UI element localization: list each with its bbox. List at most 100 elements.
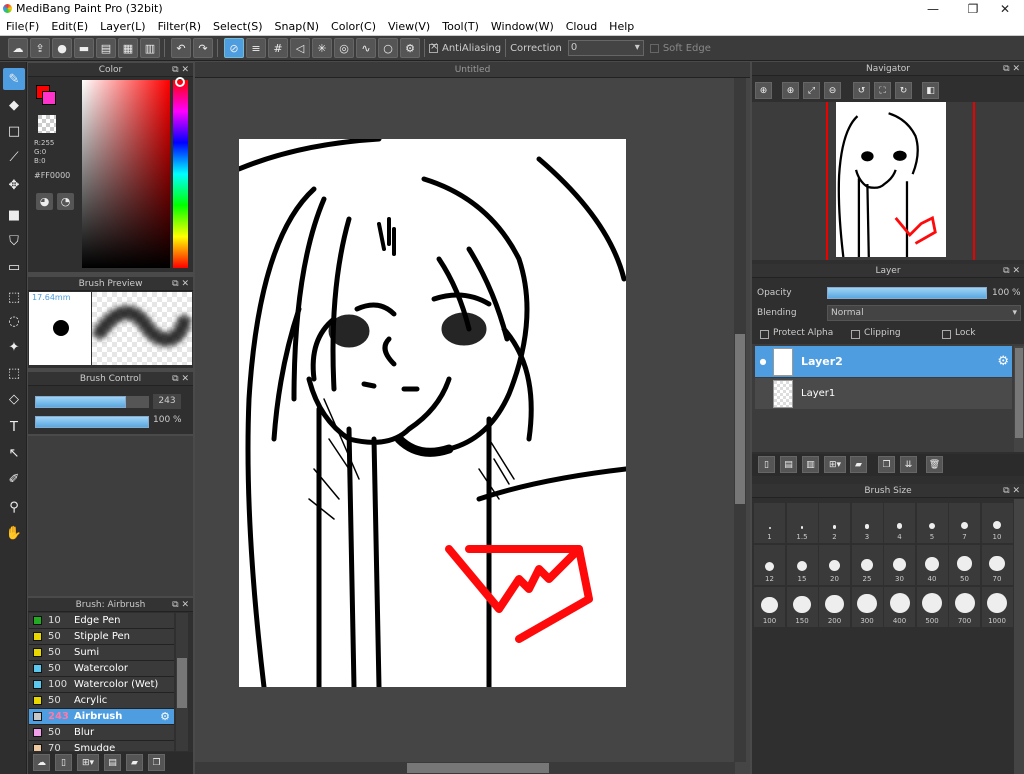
new-layer-icon[interactable]: ▯ — [758, 456, 775, 473]
menu-window[interactable]: Window(W) — [485, 20, 560, 33]
protect-alpha-checkbox[interactable] — [760, 330, 769, 339]
menu-filter[interactable]: Filter(R) — [152, 20, 207, 33]
brush-size-preset[interactable]: 25 — [851, 545, 883, 585]
brush-size-value[interactable]: 243 — [153, 394, 181, 409]
menu-select[interactable]: Select(S) — [207, 20, 269, 33]
brush-size-preset[interactable]: 1000 — [981, 587, 1013, 627]
hue-handle[interactable] — [175, 77, 185, 87]
rotate-right-icon[interactable]: ↻ — [895, 82, 912, 99]
select-eraser-tool-icon[interactable]: ◇ — [3, 388, 25, 410]
transparent-color-swatch[interactable] — [38, 115, 56, 133]
float-panel-icon[interactable]: ⧉ ✕ — [172, 598, 189, 612]
palette-icon[interactable]: ◕ — [36, 193, 53, 210]
new-1bit-layer-icon[interactable]: ▥ — [802, 456, 819, 473]
comment-icon[interactable]: ● — [52, 38, 72, 58]
brush-item[interactable]: 50 Blur — [29, 725, 174, 741]
soft-edge-checkbox[interactable] — [649, 43, 659, 53]
eyedropper-tool-icon[interactable]: ⚲ — [3, 496, 25, 518]
brush-size-preset[interactable]: 15 — [786, 545, 818, 585]
float-panel-icon[interactable]: ⧉ ✕ — [172, 63, 189, 77]
scrollbar-thumb[interactable] — [735, 334, 745, 504]
bucket-tool-icon[interactable]: ⛉ — [3, 230, 25, 252]
brush-size-preset[interactable]: 200 — [819, 587, 850, 627]
duplicate-brush-icon[interactable]: ❐ — [148, 754, 165, 771]
select-pen-tool-icon[interactable]: ⬚ — [3, 362, 25, 384]
brush-size-preset[interactable]: 500 — [916, 587, 948, 627]
snap-ellipse-icon[interactable]: ○ — [378, 38, 398, 58]
layer-row-layer1[interactable]: Layer1 — [755, 378, 1012, 409]
menu-snap[interactable]: Snap(N) — [269, 20, 326, 33]
menu-edit[interactable]: Edit(E) — [45, 20, 94, 33]
brush-cloud-icon[interactable]: ☁ — [33, 754, 50, 771]
brush-size-preset[interactable]: 40 — [916, 545, 948, 585]
correction-select[interactable]: 0 ▾ — [567, 40, 644, 56]
zoom-in-icon[interactable]: ⊕ — [782, 82, 799, 99]
snap-grid-icon[interactable]: # — [268, 38, 288, 58]
merge-layer-icon[interactable]: ⇊ — [900, 456, 917, 473]
navigator-preview[interactable] — [752, 102, 1024, 260]
layer-folder-icon[interactable]: ▰ — [850, 456, 867, 473]
float-panel-icon[interactable]: ⧉ ✕ — [1003, 264, 1020, 278]
brush-size-preset[interactable]: 5 — [916, 503, 948, 543]
brush-item[interactable]: 100 Watercolor (Wet) — [29, 677, 174, 693]
duplicate-layer-icon[interactable]: ❐ — [878, 456, 895, 473]
brush-size-preset[interactable]: 70 — [981, 545, 1013, 585]
undo-icon[interactable]: ↶ — [171, 38, 191, 58]
pen-tool-icon[interactable]: ⟋ — [3, 146, 25, 168]
fill-shape-tool-icon[interactable]: ■ — [3, 204, 25, 226]
brush-settings-icon[interactable]: ▤ — [104, 754, 121, 771]
saturation-value-picker[interactable] — [82, 80, 170, 268]
menu-file[interactable]: File(F) — [0, 20, 45, 33]
brush-opacity-slider[interactable] — [35, 416, 149, 428]
snap-radial-icon[interactable]: ✳ — [312, 38, 332, 58]
upload-icon[interactable]: ⇪ — [30, 38, 50, 58]
dot-tool-icon[interactable]: □ — [3, 120, 25, 142]
add-brush-menu-icon[interactable]: ⊞▾ — [77, 754, 99, 771]
brush-item[interactable]: 10 Edge Pen — [29, 613, 174, 629]
brush-item[interactable]: 243 Airbrush ⚙ — [29, 709, 174, 725]
float-panel-icon[interactable]: ⧉ ✕ — [1003, 484, 1020, 498]
brush-list-scrollbar[interactable] — [176, 613, 188, 751]
snap-settings-icon[interactable]: ⚙ — [400, 38, 420, 58]
hand-tool-icon[interactable]: ✋ — [3, 522, 25, 544]
scrollbar-thumb[interactable] — [177, 658, 187, 708]
drawing-canvas[interactable] — [236, 136, 629, 690]
float-panel-icon[interactable]: ⧉ ✕ — [172, 372, 189, 386]
flip-horizontal-icon[interactable]: ◧ — [922, 82, 939, 99]
brush-size-preset[interactable]: 700 — [949, 587, 980, 627]
layer-settings-icon[interactable]: ⚙ — [997, 354, 1009, 369]
text-tool-icon[interactable]: T — [3, 416, 25, 438]
move-tool-icon[interactable]: ✥ — [3, 174, 25, 196]
lasso-tool-icon[interactable]: ◌ — [3, 310, 25, 332]
menu-color[interactable]: Color(C) — [325, 20, 382, 33]
menu-tool[interactable]: Tool(T) — [436, 20, 485, 33]
brush-item[interactable]: 50 Watercolor — [29, 661, 174, 677]
brush-tool-icon[interactable]: ✎ — [3, 68, 25, 90]
new-halftone-layer-icon[interactable]: ▤ — [780, 456, 797, 473]
lock-checkbox[interactable] — [942, 330, 951, 339]
eraser-tool-icon[interactable]: ◆ — [3, 94, 25, 116]
add-layer-menu-icon[interactable]: ⊞▾ — [824, 456, 846, 473]
brush-size-preset[interactable]: 50 — [949, 545, 980, 585]
menu-cloud[interactable]: Cloud — [560, 20, 603, 33]
brush-size-preset[interactable]: 150 — [786, 587, 818, 627]
brush-size-preset[interactable]: 2 — [819, 503, 850, 543]
cloud-icon[interactable]: ☁ — [8, 38, 28, 58]
brush-size-preset[interactable]: 400 — [884, 587, 915, 627]
secondary-color-swatch[interactable] — [42, 91, 56, 105]
zoom-out-icon[interactable]: ⊖ — [824, 82, 841, 99]
menu-help[interactable]: Help — [603, 20, 640, 33]
layer-row-layer2[interactable]: ● Layer2 ⚙ — [755, 346, 1012, 377]
float-panel-icon[interactable]: ⧉ ✕ — [172, 277, 189, 291]
hue-slider[interactable] — [173, 80, 188, 268]
brush-folder-icon[interactable]: ▰ — [126, 754, 143, 771]
brush-item[interactable]: 50 Sumi — [29, 645, 174, 661]
brush-item[interactable]: 50 Acrylic — [29, 693, 174, 709]
redo-icon[interactable]: ↷ — [193, 38, 213, 58]
chat-icon[interactable]: ▬ — [74, 38, 94, 58]
canvas-horizontal-scrollbar[interactable] — [195, 762, 735, 774]
brush-size-preset[interactable]: 4 — [884, 503, 915, 543]
float-panel-icon[interactable]: ⧉ ✕ — [1003, 62, 1020, 76]
delete-layer-icon[interactable]: 🗑 — [926, 456, 943, 473]
antialiasing-checkbox[interactable] — [429, 41, 438, 53]
